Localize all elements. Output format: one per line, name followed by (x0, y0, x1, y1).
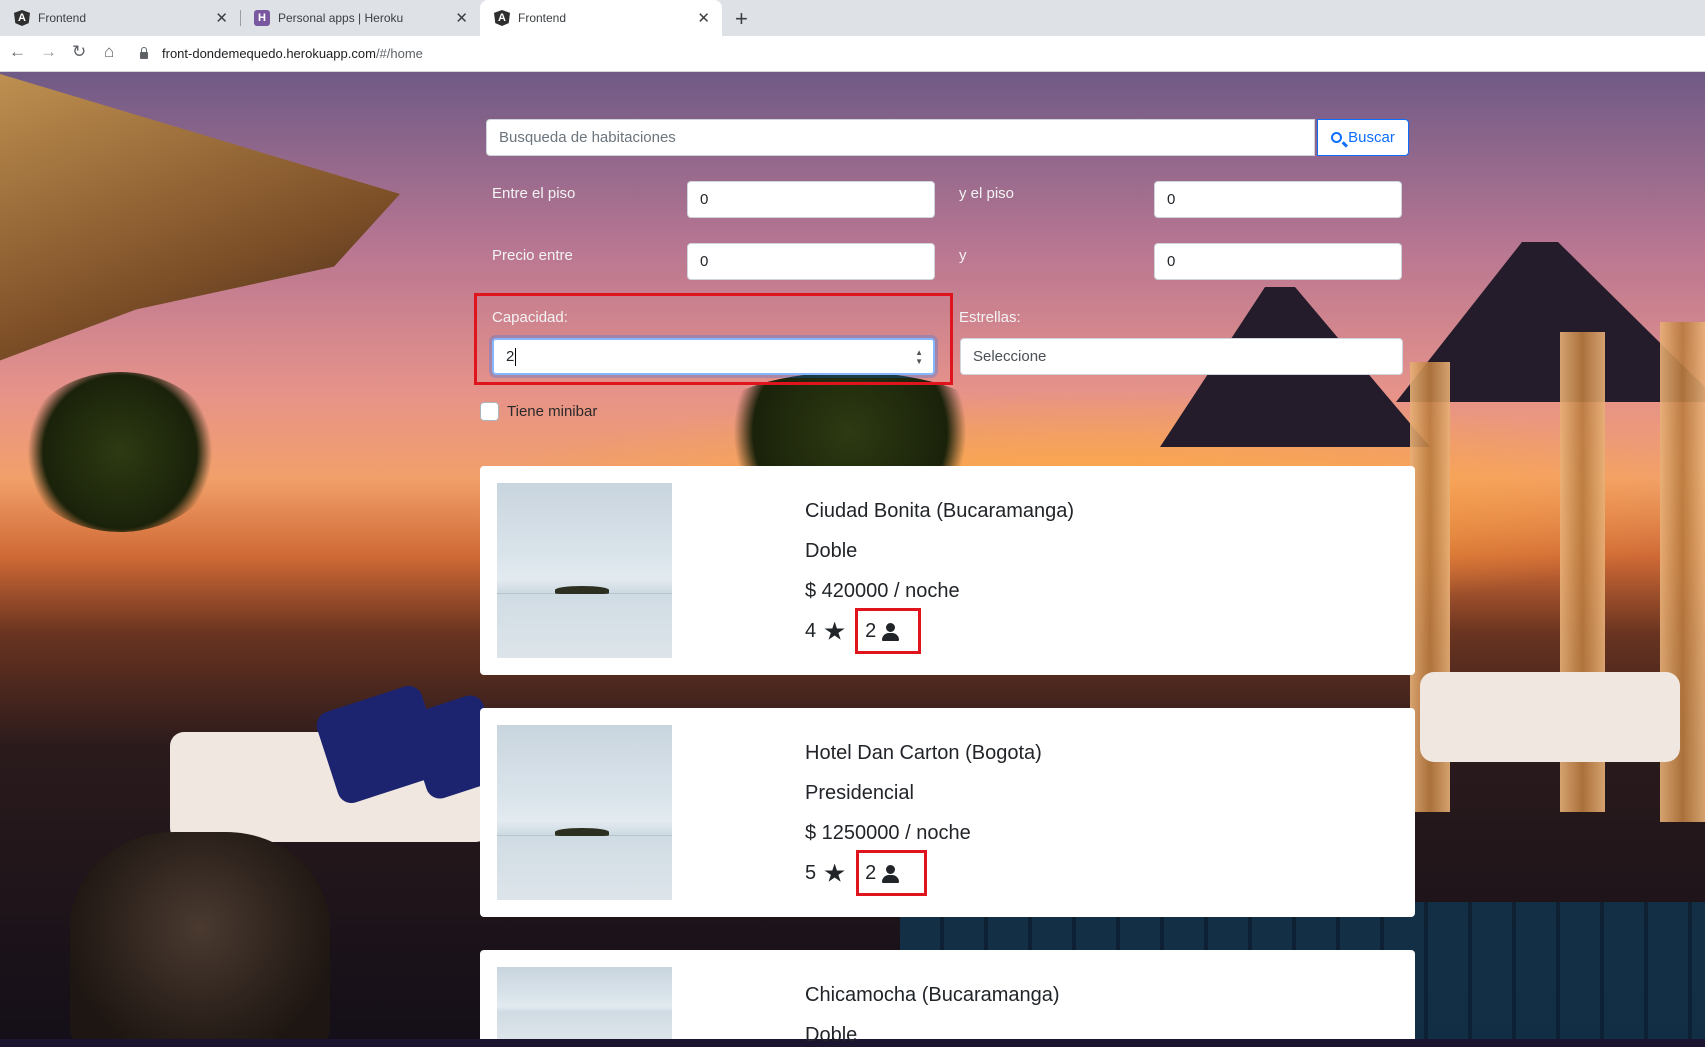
floor-to-input[interactable]: 0 (1154, 181, 1402, 218)
angular-icon: A (494, 10, 510, 26)
room-price: $ 420000 / noche (805, 580, 960, 602)
room-card[interactable]: Hotel Dan Carton (Bogota) Presidencial $… (480, 708, 1415, 917)
floor-to-value: 0 (1167, 191, 1176, 208)
tab-bar: A Frontend ✕ H Personal apps | Heroku ✕ … (0, 0, 1705, 36)
capacity-highlight-box (855, 608, 921, 654)
price-to-value: 0 (1167, 253, 1176, 270)
room-photo (497, 967, 672, 1039)
address-bar[interactable]: front-dondemequedo.herokuapp.com/#/home (140, 40, 1705, 67)
capacity-highlight-box (856, 850, 927, 896)
star-icon (824, 863, 845, 882)
browser-tab-active[interactable]: A Frontend ✕ (480, 0, 722, 36)
price-to-input[interactable]: 0 (1154, 243, 1402, 280)
stars-select[interactable]: Seleccione (960, 338, 1403, 375)
stars-label: Estrellas: (959, 309, 1021, 326)
tab-title: Frontend (38, 11, 87, 25)
angular-icon: A (14, 10, 30, 26)
new-tab-icon[interactable]: + (735, 6, 748, 32)
floor-from-value: 0 (700, 191, 709, 208)
photo-island (555, 828, 609, 836)
price-to-label: y (959, 247, 967, 264)
browser-toolbar: ← → ↻ ⌂ front-dondemequedo.herokuapp.com… (0, 36, 1705, 72)
heroku-icon: H (254, 10, 270, 26)
floor-from-label: Entre el piso (492, 185, 576, 202)
forward-icon[interactable]: → (40, 42, 57, 62)
background-chair (70, 832, 330, 1039)
stars-select-value: Seleccione (973, 348, 1047, 365)
number-spinner-icon[interactable]: ▲ ▼ (915, 348, 923, 366)
lock-icon (140, 47, 148, 59)
room-stars: 4 (805, 620, 817, 642)
browser-tab[interactable]: H Personal apps | Heroku ✕ (240, 0, 480, 36)
price-from-value: 0 (700, 253, 709, 270)
room-price: $ 1250000 / noche (805, 822, 971, 844)
room-hotel: Ciudad Bonita (Bucaramanga) (805, 500, 1075, 522)
tab-title: Frontend (518, 11, 567, 25)
minibar-label: Tiene minibar (507, 403, 598, 420)
room-card[interactable]: Ciudad Bonita (Bucaramanga) Doble $ 4200… (480, 466, 1415, 675)
capacity-value: 2 (506, 348, 515, 365)
price-from-label: Precio entre (492, 247, 573, 264)
home-icon[interactable]: ⌂ (104, 42, 114, 62)
floor-from-input[interactable]: 0 (687, 181, 935, 218)
price-from-input[interactable]: 0 (687, 243, 935, 280)
browser-tab[interactable]: A Frontend ✕ (0, 0, 241, 36)
search-input[interactable] (486, 119, 1315, 156)
background-awning (0, 72, 400, 376)
capacity-label: Capacidad: (492, 309, 568, 326)
close-icon[interactable]: ✕ (455, 9, 468, 27)
reload-icon[interactable]: ↻ (72, 42, 86, 62)
room-type: Doble (805, 540, 858, 562)
search-button-label: Buscar (1348, 129, 1395, 146)
room-type: Presidencial (805, 782, 914, 804)
room-stars: 5 (805, 862, 817, 884)
close-icon[interactable]: ✕ (215, 9, 228, 27)
close-icon[interactable]: ✕ (697, 9, 710, 27)
photo-island (555, 586, 609, 594)
search-icon (1331, 132, 1343, 143)
url-path: /#/home (375, 46, 423, 61)
room-type: Doble (805, 1024, 858, 1046)
minibar-checkbox[interactable] (480, 402, 499, 421)
background-palm (20, 372, 220, 532)
room-photo (497, 483, 672, 658)
url-host: front-dondemequedo.herokuapp.com (162, 46, 376, 61)
room-hotel: Hotel Dan Carton (Bogota) (805, 742, 1042, 764)
text-caret (515, 347, 517, 366)
tab-title: Personal apps | Heroku (278, 11, 404, 25)
room-hotel: Chicamocha (Bucaramanga) (805, 984, 1060, 1006)
floor-to-label: y el piso (959, 185, 1015, 202)
room-card[interactable]: Chicamocha (Bucaramanga) Doble (480, 950, 1415, 1046)
back-icon[interactable]: ← (9, 42, 26, 62)
star-icon (824, 621, 845, 640)
capacity-input[interactable]: 2 ▲ ▼ (492, 338, 935, 375)
room-photo (497, 725, 672, 900)
search-button[interactable]: Buscar (1317, 119, 1409, 156)
background-sofa (1420, 672, 1680, 762)
